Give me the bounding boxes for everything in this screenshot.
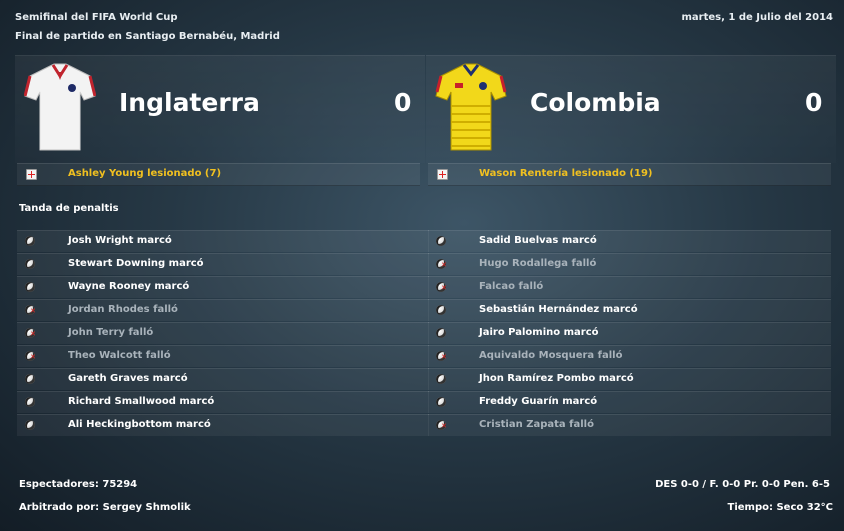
list-item: Jhon Ramírez Pombo marcó <box>428 368 831 390</box>
missed-ball-icon <box>436 282 447 292</box>
home-team-name: Inglaterra <box>119 88 260 117</box>
injury-icon <box>437 169 448 180</box>
list-item: Sebastián Hernández marcó <box>428 299 831 321</box>
ball-icon <box>25 282 35 292</box>
ball-icon <box>25 236 35 246</box>
list-item: Ali Heckingbottom marcó <box>17 414 429 436</box>
referee: Arbitrado por: Sergey Shmolik <box>19 502 191 513</box>
match-venue: Final de partido en Santiago Bernabéu, M… <box>15 31 280 42</box>
list-item: Gareth Graves marcó <box>17 368 429 390</box>
missed-ball-icon <box>436 259 447 269</box>
away-shirt-icon <box>435 63 507 151</box>
home-injury-text: Ashley Young lesionado (7) <box>68 168 222 179</box>
list-item: Freddy Guarín marcó <box>428 391 831 413</box>
away-injury-text: Wason Rentería lesionado (19) <box>479 168 653 179</box>
list-item: Wayne Rooney marcó <box>17 276 429 298</box>
away-shootout-list: Sadid Buelvas marcó Hugo Rodallega falló… <box>428 230 831 437</box>
ball-icon <box>436 328 446 338</box>
ball-icon <box>25 397 35 407</box>
list-item: Cristian Zapata falló <box>428 414 831 436</box>
home-team-score: 0 <box>394 88 412 117</box>
ball-icon <box>436 397 446 407</box>
list-item: Sadid Buelvas marcó <box>428 230 831 252</box>
away-team-name: Colombia <box>530 88 661 117</box>
list-item: Theo Walcott falló <box>17 345 429 367</box>
missed-ball-icon <box>436 420 447 430</box>
shootout-title: Tanda de penaltis <box>19 203 119 214</box>
list-item: Josh Wright marcó <box>17 230 429 252</box>
missed-ball-icon <box>25 305 36 315</box>
home-injury-row: Ashley Young lesionado (7) <box>17 163 420 186</box>
home-shirt-icon <box>24 63 96 151</box>
missed-ball-icon <box>25 351 36 361</box>
list-item: John Terry falló <box>17 322 429 344</box>
home-team-panel: Inglaterra 0 <box>15 55 425 163</box>
list-item: Aquivaldo Mosquera falló <box>428 345 831 367</box>
ball-icon <box>436 236 446 246</box>
ball-icon <box>436 374 446 384</box>
home-shootout-list: Josh Wright marcó Stewart Downing marcó … <box>17 230 429 437</box>
away-team-panel: Colombia 0 <box>426 55 836 163</box>
ball-icon <box>25 420 35 430</box>
weather: Tiempo: Seco 32°C <box>727 502 833 513</box>
away-team-score: 0 <box>805 88 823 117</box>
match-date: martes, 1 de Julio del 2014 <box>681 12 833 23</box>
list-item: Stewart Downing marcó <box>17 253 429 275</box>
ball-icon <box>25 259 35 269</box>
missed-ball-icon <box>25 328 36 338</box>
ball-icon <box>436 305 446 315</box>
list-item: Jordan Rhodes falló <box>17 299 429 321</box>
missed-ball-icon <box>436 351 447 361</box>
competition-title: Semifinal del FIFA World Cup <box>15 12 178 23</box>
list-item: Falcao falló <box>428 276 831 298</box>
list-item: Jairo Palomino marcó <box>428 322 831 344</box>
attendance: Espectadores: 75294 <box>19 479 138 490</box>
away-injury-row: Wason Rentería lesionado (19) <box>428 163 831 186</box>
list-item: Richard Smallwood marcó <box>17 391 429 413</box>
injury-icon <box>26 169 37 180</box>
ball-icon <box>25 374 35 384</box>
list-item: Hugo Rodallega falló <box>428 253 831 275</box>
score-summary: DES 0-0 / F. 0-0 Pr. 0-0 Pen. 6-5 <box>655 479 830 490</box>
